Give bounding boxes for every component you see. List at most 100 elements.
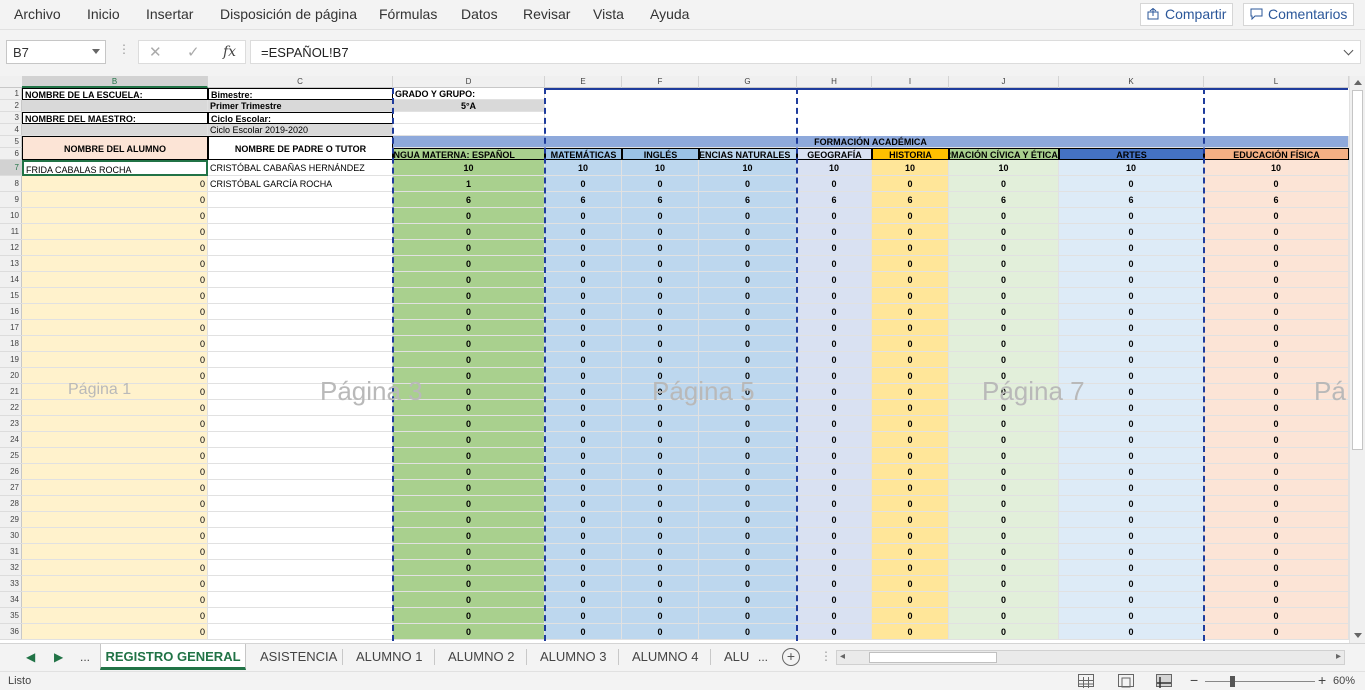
cell-grade[interactable]: 0: [699, 256, 797, 272]
cell-grade[interactable]: 0: [545, 384, 622, 400]
cell-grade[interactable]: 0: [545, 224, 622, 240]
cell-grade[interactable]: 0: [1204, 560, 1349, 576]
cell-grade[interactable]: 0: [797, 304, 872, 320]
cell-grade[interactable]: 0: [393, 432, 545, 448]
cell-grade[interactable]: 0: [622, 448, 699, 464]
cell-grade[interactable]: 0: [699, 432, 797, 448]
column-header-k[interactable]: K: [1059, 76, 1204, 88]
cell-student[interactable]: 0: [22, 480, 208, 496]
ribbon-tab-inicio[interactable]: Inicio: [87, 6, 120, 22]
cell-tutor[interactable]: [208, 224, 393, 240]
cell-grade[interactable]: 0: [872, 384, 949, 400]
cell-tutor[interactable]: [208, 192, 393, 208]
cell-tutor[interactable]: [208, 544, 393, 560]
ribbon-tab-revisar[interactable]: Revisar: [523, 6, 570, 22]
cell-grade[interactable]: 0: [949, 464, 1059, 480]
cell-tutor[interactable]: [208, 256, 393, 272]
cell-grade[interactable]: 6: [1204, 192, 1349, 208]
cell-grade[interactable]: 0: [393, 240, 545, 256]
cell-grade[interactable]: 0: [1204, 320, 1349, 336]
normal-view-icon[interactable]: [1078, 674, 1094, 688]
cell-grade[interactable]: 0: [872, 416, 949, 432]
cell-grade[interactable]: 0: [545, 208, 622, 224]
header-history[interactable]: HISTORIA: [872, 148, 949, 160]
row-header-12[interactable]: 12: [0, 240, 22, 256]
row-header-13[interactable]: 13: [0, 256, 22, 272]
cell-grade[interactable]: 0: [699, 576, 797, 592]
cell-grade[interactable]: 10: [622, 160, 699, 176]
cell-grade[interactable]: 0: [1059, 176, 1204, 192]
cell-grade[interactable]: 0: [949, 528, 1059, 544]
prev-sheet-icon[interactable]: ◀: [26, 650, 35, 664]
cell-grade[interactable]: 0: [622, 304, 699, 320]
cell-tutor[interactable]: CRISTÓBAL CABAÑAS HERNÁNDEZ: [208, 160, 393, 176]
cell-grade[interactable]: 0: [949, 208, 1059, 224]
cell-student[interactable]: 0: [22, 608, 208, 624]
cell-student[interactable]: 0: [22, 416, 208, 432]
cell-grade[interactable]: 0: [1059, 336, 1204, 352]
cell-grade[interactable]: 0: [1204, 272, 1349, 288]
cell-grade[interactable]: 0: [1059, 320, 1204, 336]
cell-grade[interactable]: 0: [872, 528, 949, 544]
cell-grade[interactable]: 0: [1204, 592, 1349, 608]
sheet-tab-alumno-4[interactable]: ALUMNO 4: [632, 644, 698, 670]
cancel-icon[interactable]: ✕: [149, 43, 162, 61]
header-civics[interactable]: FORMACIÓN CÍVICA Y ÉTICA: [949, 148, 1059, 160]
cell-grade[interactable]: 0: [699, 624, 797, 640]
cell-grade[interactable]: 10: [545, 160, 622, 176]
row-header-28[interactable]: 28: [0, 496, 22, 512]
cell-grade[interactable]: 0: [699, 208, 797, 224]
row-header-26[interactable]: 26: [0, 464, 22, 480]
cell-grade[interactable]: 0: [1204, 512, 1349, 528]
tab-splitter-icon[interactable]: ⋮: [820, 649, 832, 663]
row-header-31[interactable]: 31: [0, 544, 22, 560]
ribbon-tab-vista[interactable]: Vista: [593, 6, 624, 22]
cell-grade[interactable]: 0: [622, 320, 699, 336]
cell-grade[interactable]: 0: [699, 592, 797, 608]
cell-grade[interactable]: 0: [393, 208, 545, 224]
cell-school-label[interactable]: NOMBRE DE LA ESCUELA:: [22, 88, 208, 100]
header-geography[interactable]: GEOGRAFÍA: [797, 148, 872, 160]
cell-grade[interactable]: 0: [872, 400, 949, 416]
cell-tutor[interactable]: [208, 432, 393, 448]
cell-grade[interactable]: 0: [1204, 528, 1349, 544]
cell-grade[interactable]: 0: [393, 320, 545, 336]
row-header-6[interactable]: 6: [0, 148, 22, 160]
cell-grade[interactable]: 0: [797, 480, 872, 496]
cell-trimestre[interactable]: Primer Trimestre: [208, 100, 393, 112]
row-header-33[interactable]: 33: [0, 576, 22, 592]
cell-grade[interactable]: 0: [622, 240, 699, 256]
header-student[interactable]: NOMBRE DEL ALUMNO: [22, 136, 208, 160]
cell-grade[interactable]: 0: [797, 528, 872, 544]
cell-grade[interactable]: 0: [393, 608, 545, 624]
cell-student[interactable]: 0: [22, 576, 208, 592]
cell-grade[interactable]: 0: [1059, 304, 1204, 320]
cell-grade[interactable]: 0: [545, 608, 622, 624]
cell-grade[interactable]: 10: [1204, 160, 1349, 176]
cell-grade[interactable]: 0: [1059, 448, 1204, 464]
cell-grade[interactable]: 0: [949, 320, 1059, 336]
row-header-36[interactable]: 36: [0, 624, 22, 640]
next-sheet-icon[interactable]: ▶: [54, 650, 63, 664]
cell-grado-value[interactable]: 5°A: [393, 100, 545, 112]
cell-student[interactable]: 0: [22, 192, 208, 208]
cell-grade[interactable]: 10: [699, 160, 797, 176]
cell-grade[interactable]: 0: [872, 176, 949, 192]
cell-ciclo-value[interactable]: Ciclo Escolar 2019-2020: [208, 124, 393, 136]
row-header-25[interactable]: 25: [0, 448, 22, 464]
cell-grade[interactable]: 10: [797, 160, 872, 176]
row-header-29[interactable]: 29: [0, 512, 22, 528]
cell-grade[interactable]: 0: [393, 448, 545, 464]
cell-grade[interactable]: 6: [545, 192, 622, 208]
ribbon-tab-datos[interactable]: Datos: [461, 6, 498, 22]
cell-grade[interactable]: 0: [797, 608, 872, 624]
cell-grade[interactable]: 0: [622, 512, 699, 528]
cell-grade[interactable]: 0: [872, 576, 949, 592]
zoom-slider-thumb[interactable]: [1230, 676, 1235, 687]
more-sheets-right[interactable]: ...: [758, 650, 768, 664]
cell-grade[interactable]: 0: [393, 480, 545, 496]
vertical-scroll-thumb[interactable]: [1352, 90, 1363, 450]
cell-grade[interactable]: 0: [545, 240, 622, 256]
cell-grade[interactable]: 0: [797, 432, 872, 448]
cell-grade[interactable]: 6: [797, 192, 872, 208]
